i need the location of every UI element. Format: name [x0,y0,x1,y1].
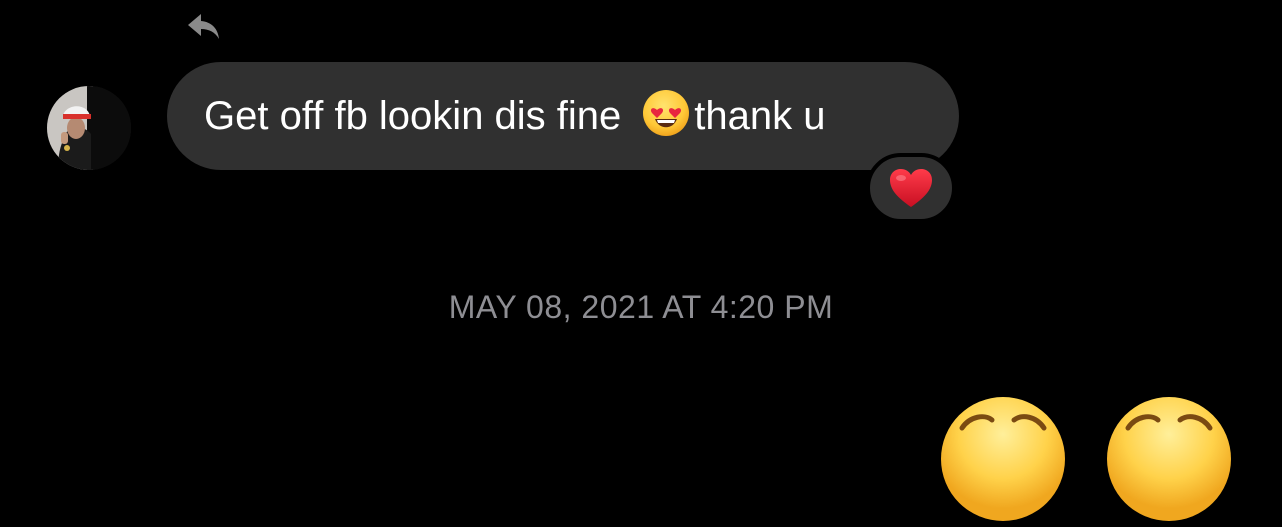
reply-arrow-icon[interactable] [186,12,222,42]
message-timestamp: MAY 08, 2021 AT 4:20 PM [448,289,834,325]
avatar[interactable] [47,86,131,170]
partial-emoji-icon[interactable] [1106,396,1232,522]
avatar-image [47,86,131,170]
heart-reaction[interactable] [866,153,956,223]
heart-eyes-emoji-icon [641,88,691,138]
message-bubble[interactable]: Get off fb lookin dis fine thank u [167,62,959,170]
message-text-before-emoji: Get off fb lookin dis fine [204,94,622,138]
partial-emoji-icon[interactable] [940,396,1066,522]
message-text-after-emoji: thank u [694,94,826,138]
red-heart-icon [890,169,932,207]
